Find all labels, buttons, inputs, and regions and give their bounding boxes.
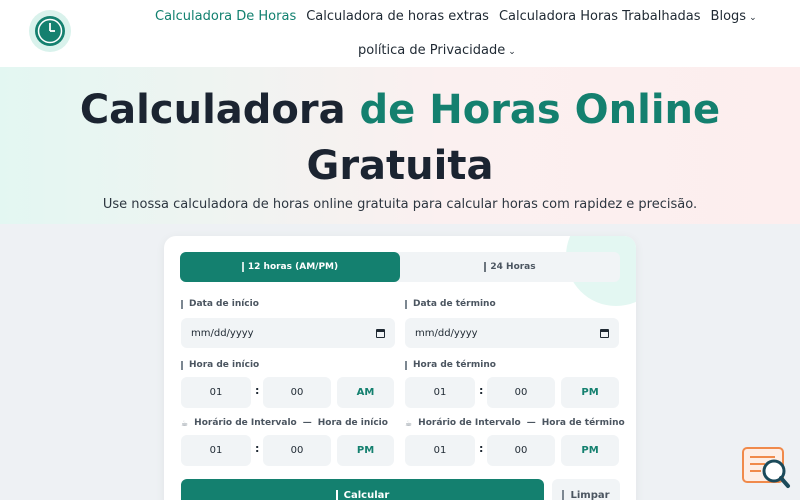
end-ampm-select[interactable]: PM [561, 377, 619, 408]
break-start-sub: Hora de início [317, 418, 388, 428]
break-start-label-text: Horário de Intervalo [194, 418, 297, 428]
start-date-value: mm/dd/yyyy [191, 327, 254, 339]
tab-icon [484, 262, 487, 272]
start-date-label-text: Data de início [189, 299, 259, 309]
format-tabs: 12 horas (AM/PM) 24 Horas [180, 252, 620, 282]
chevron-down-icon: ⌄ [508, 47, 516, 57]
calculate-label: Calcular [343, 489, 390, 500]
end-date-value: mm/dd/yyyy [415, 327, 478, 339]
tab-24-label: 24 Horas [490, 262, 536, 272]
label-icon [405, 360, 407, 370]
tab-24-hours[interactable]: 24 Horas [400, 252, 620, 282]
nav-horas-extras[interactable]: Calculadora de horas extras [306, 9, 489, 26]
nav-horas-trabalhadas[interactable]: Calculadora Horas Trabalhadas [499, 9, 701, 26]
tab-12-hours[interactable]: 12 horas (AM/PM) [180, 252, 400, 282]
break-end-hour-input[interactable]: 01 [405, 435, 475, 466]
break-start-minute-input[interactable]: 00 [263, 435, 331, 466]
break-end-minute-input[interactable]: 00 [487, 435, 555, 466]
clear-button[interactable]: Limpar [552, 479, 620, 500]
break-end-label: ☕ Horário de Intervalo — Hora de término [405, 418, 625, 428]
break-end-ampm-select[interactable]: PM [561, 435, 619, 466]
time-separator: : [255, 384, 260, 397]
start-minute-input[interactable]: 00 [263, 377, 331, 408]
main-nav: Calculadora De Horas Calculadora de hora… [155, 9, 767, 26]
label-icon [181, 360, 183, 370]
search-widget-icon[interactable] [741, 446, 791, 490]
break-end-sub: Hora de término [541, 418, 625, 428]
start-ampm-select[interactable]: AM [337, 377, 394, 408]
start-time-label-text: Hora de início [189, 360, 260, 370]
chevron-down-icon: ⌄ [749, 13, 757, 23]
end-date-label: Data de término [405, 299, 496, 309]
page-subtitle: Use nossa calculadora de horas online gr… [102, 197, 698, 212]
nav-blogs-label: Blogs [710, 9, 747, 24]
break-start-hour-input[interactable]: 01 [181, 435, 251, 466]
break-start-ampm-select[interactable]: PM [337, 435, 394, 466]
start-date-label: Data de início [181, 299, 259, 309]
nav-privacidade[interactable]: política de Privacidade ⌄ [358, 43, 516, 58]
tab-icon [241, 262, 244, 272]
calendar-icon[interactable] [600, 328, 609, 338]
calculate-icon [335, 490, 338, 500]
break-start-label: ☕ Horário de Intervalo — Hora de início [181, 418, 388, 428]
coffee-icon: ☕ [405, 418, 413, 428]
title-part2: Gratuita [306, 143, 494, 189]
nav-calculadora-de-horas[interactable]: Calculadora De Horas [155, 9, 296, 26]
time-separator: : [479, 384, 484, 397]
start-date-input[interactable]: mm/dd/yyyy [181, 318, 395, 348]
calculate-button[interactable]: Calcular [181, 479, 544, 500]
search-document-icon [742, 447, 790, 488]
time-separator: : [255, 442, 260, 455]
time-separator: : [479, 442, 484, 455]
end-minute-input[interactable]: 00 [487, 377, 555, 408]
break-end-label-text: Horário de Intervalo [418, 418, 521, 428]
tab-12-label: 12 horas (AM/PM) [247, 262, 339, 272]
start-time-label: Hora de início [181, 360, 259, 370]
label-dash: — [526, 418, 536, 428]
label-icon [405, 299, 407, 309]
label-icon [181, 299, 183, 309]
start-hour-input[interactable]: 01 [181, 377, 251, 408]
end-date-label-text: Data de término [413, 299, 496, 309]
site-logo[interactable] [29, 10, 71, 52]
calculator-card: 12 horas (AM/PM) 24 Horas Data de início… [164, 236, 636, 500]
nav-privacidade-label: política de Privacidade [358, 43, 506, 58]
end-time-label: Hora de término [405, 360, 496, 370]
clear-label: Limpar [570, 489, 610, 500]
clear-icon [562, 490, 565, 500]
site-header: Calculadora De Horas Calculadora de hora… [0, 0, 800, 67]
calendar-icon[interactable] [376, 328, 385, 338]
page-title: Calculadora de Horas Online Gratuita [0, 82, 800, 194]
nav-blogs[interactable]: Blogs ⌄ [711, 9, 757, 26]
title-accent: de Horas Online [359, 87, 721, 133]
end-date-input[interactable]: mm/dd/yyyy [405, 318, 619, 348]
title-part1: Calculadora [79, 87, 360, 133]
coffee-icon: ☕ [181, 418, 189, 428]
end-hour-input[interactable]: 01 [405, 377, 475, 408]
clock-icon [35, 16, 65, 46]
label-dash: — [302, 418, 312, 428]
end-time-label-text: Hora de término [413, 360, 496, 370]
